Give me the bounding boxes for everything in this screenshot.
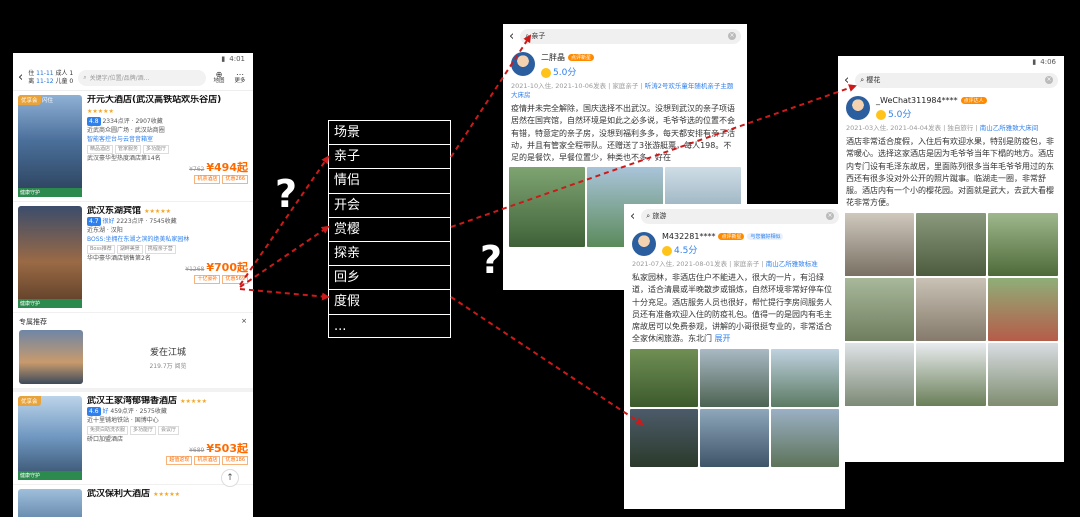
hotel-card[interactable]: 健康守护 武汉东湖宾馆 ★★★★★ 4.7 很好 2223点评 · 7545收藏…: [13, 202, 253, 313]
date-picker[interactable]: 住 11-11 成人 1 离 11-12 儿童 0: [28, 70, 73, 86]
menu-item-tanqin[interactable]: 探亲: [329, 242, 450, 267]
back-arrow-icon[interactable]: ‹: [844, 74, 849, 87]
flash-tag: 闪住: [42, 98, 54, 104]
expand-link[interactable]: 展开: [715, 334, 731, 343]
review-user: _WeChat311984**** 点评达人 5.0分: [838, 92, 1064, 124]
hotel-card[interactable]: 优享会 闪住 健康守护 开元大酒店(武汉高铁站欢乐谷店) ★★★★★ 4.8 2…: [13, 91, 253, 202]
hotel-card[interactable]: 武汉保利大酒店 ★★★★★: [13, 485, 253, 517]
hotel-score: 4.7: [87, 217, 101, 226]
smile-icon: [541, 67, 551, 78]
menu-item-qinzi[interactable]: 亲子: [329, 145, 450, 170]
review-meta: 2021-03入住, 2021-04-04发表 | 独自旅行 | 南山乙所雅致大…: [846, 124, 1039, 132]
arrow-price-to-dujia: [239, 288, 330, 301]
battery-icon: ▮: [221, 55, 226, 63]
hotel-photo: 优享会 闪住 健康守护: [18, 95, 82, 197]
more-icon: ⋯: [236, 69, 244, 79]
review-search-input[interactable]: ⌕ 旅游 ×: [641, 208, 839, 224]
search-icon: ⌕: [646, 212, 651, 220]
map-icon: ⊕: [215, 69, 223, 79]
avatar: [632, 232, 656, 256]
menu-item-more[interactable]: ...: [329, 315, 450, 339]
scenario-menu: 场景 亲子 情侣 开会 赏樱 探亲 回乡 度假 ...: [328, 120, 451, 338]
review-text: 疫情并未完全解除，国庆选择不出武汉。没想到武汉的亲子项语居然在国宾馆，自然环境是…: [511, 104, 735, 163]
search-icon: ⌕: [860, 76, 865, 84]
avatar: [846, 96, 870, 120]
clear-icon[interactable]: ×: [1045, 76, 1053, 84]
hotel-photo: [18, 489, 82, 517]
status-bar: ▮ 4:06: [1032, 58, 1056, 66]
avatar: [511, 52, 535, 76]
review-search-input[interactable]: ⌕ 亲子 ×: [520, 28, 741, 44]
hotel-photo: 健康守护: [18, 206, 82, 308]
search-icon: ⌕: [525, 32, 530, 40]
back-arrow-icon[interactable]: ‹: [509, 30, 514, 43]
promo-image: [19, 330, 83, 384]
review-meta: 2021-10入住, 2021-10-06发表 | 家庭亲子 | 听涛2号欢乐童…: [511, 82, 734, 99]
search-input[interactable]: ⌕ 关键字/位置/品牌/酒...: [78, 69, 206, 86]
question-mark: ?: [480, 238, 503, 282]
menu-item-shangying[interactable]: 赏樱: [329, 218, 450, 242]
review-text: 私家园林，非酒店住户不能进入，很大的一片，有沿绿道，适合清晨或半晚散步或锻炼，自…: [632, 273, 832, 344]
review-user: 二胖晶 点评新星 5.0分: [503, 48, 747, 82]
arrow-dujia-to-review: [450, 296, 644, 426]
price-row: ¥762 ¥494起: [189, 161, 248, 174]
review-photos[interactable]: [838, 212, 1064, 406]
map-button[interactable]: ⊕ 地图: [211, 69, 227, 85]
hotel-name: 武汉王家湾郁锦香酒店 ★★★★★: [87, 396, 208, 406]
hotel-card[interactable]: 优享会 健康守护 武汉王家湾郁锦香酒店 ★★★★★ 4.6 好 459点评 · …: [13, 392, 253, 485]
review-screen-lvyou: ‹ ⌕ 旅游 × M432281**** 点评新星 与您偏好相似 4.5分 2021…: [624, 204, 845, 509]
hotel-list-screen: ▮ 4:01 ‹ 住 11-11 成人 1 离 11-12 儿童 0 ⌕ 关键字…: [13, 53, 253, 517]
promo-section[interactable]: 专属推荐 × 爱在江城 219.7万 阅览: [13, 313, 253, 392]
review-screen-yinghua: ▮ 4:06 ‹ ⌕ 樱花 × _WeChat311984**** 点评达人 5.0…: [838, 56, 1064, 462]
review-photos[interactable]: [624, 348, 845, 467]
price-row: ¥1268 ¥700起: [185, 261, 248, 274]
menu-item-huixiang[interactable]: 回乡: [329, 266, 450, 291]
review-user: M432281**** 点评新星 与您偏好相似 4.5分: [624, 228, 845, 260]
close-icon[interactable]: ×: [241, 317, 247, 327]
menu-item-kaihui[interactable]: 开会: [329, 194, 450, 218]
smile-icon: [876, 109, 886, 120]
member-tag: 优享会: [18, 95, 41, 105]
menu-item-header: 场景: [329, 121, 450, 146]
hotel-score: 4.8: [87, 117, 101, 126]
health-badge: 健康守护: [18, 299, 82, 308]
arrow-price-to-shangying: [239, 225, 330, 288]
status-bar: ▮ 4:01: [13, 53, 253, 65]
question-mark: ?: [275, 172, 298, 216]
search-header: ‹ 住 11-11 成人 1 离 11-12 儿童 0 ⌕ 关键字/位置/品牌/…: [13, 65, 253, 91]
back-arrow-icon[interactable]: ‹: [18, 71, 23, 84]
health-badge: 健康守护: [18, 188, 82, 197]
smile-icon: [662, 245, 672, 256]
hotel-name: 武汉东湖宾馆 ★★★★★: [87, 206, 172, 216]
hotel-tags: 精品酒店 管家服务 多功能厅: [87, 144, 248, 154]
clear-icon[interactable]: ×: [826, 212, 834, 220]
menu-item-qinglv[interactable]: 情侣: [329, 169, 450, 194]
menu-item-dujia[interactable]: 度假: [329, 290, 450, 315]
hotel-photo: 优享会 健康守护: [18, 396, 82, 480]
scroll-top-button[interactable]: ↑: [221, 469, 239, 487]
hotel-location: 近武商众圆广场 · 武汉站商圈: [87, 127, 165, 134]
hotel-name: 武汉保利大酒店 ★★★★★: [87, 489, 181, 499]
review-text: 酒店非常适合度假，入住后有欢迎水果，特别是防疫包，非常暖心。选择这家酒店是因为毛…: [846, 137, 1054, 208]
review-meta: 2021-07入住, 2021-08-01发表 | 家庭亲子 | 南山乙所雅致标…: [632, 260, 818, 268]
status-time: 4:01: [229, 55, 245, 63]
more-button[interactable]: ⋯ 更多: [232, 69, 248, 85]
hotel-name: 开元大酒店(武汉高铁站欢乐谷店) ★★★★★: [87, 95, 222, 115]
clear-icon[interactable]: ×: [728, 32, 736, 40]
back-arrow-icon[interactable]: ‹: [630, 210, 635, 223]
search-icon: ⌕: [83, 73, 87, 81]
arrow-up-icon: ↑: [226, 473, 234, 483]
battery-icon: ▮: [1032, 58, 1037, 66]
review-search-input[interactable]: ⌕ 樱花 ×: [855, 72, 1058, 88]
